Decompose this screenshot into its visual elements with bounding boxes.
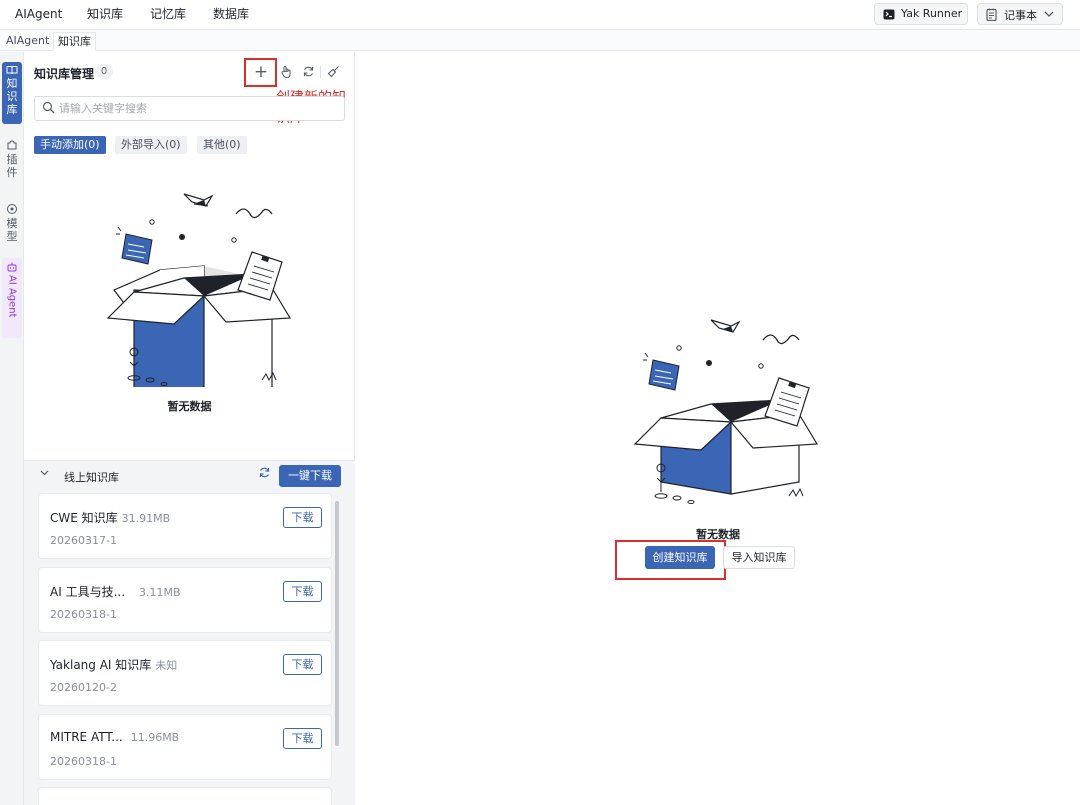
yak-runner-label: Yak Runner bbox=[901, 7, 963, 20]
list-item[interactable]: AI 工具与技... 3.11MB 20260318-1 下载 bbox=[38, 567, 332, 633]
filter-manual-add[interactable]: 手动添加(0) bbox=[34, 136, 106, 154]
download-button[interactable]: 下载 bbox=[283, 654, 322, 675]
sidebar-item-knowledge-base[interactable]: 知识库 bbox=[2, 62, 22, 124]
tab-strip: AIAgent 知识库 bbox=[0, 30, 1080, 51]
menu-database[interactable]: 数据库 bbox=[213, 0, 249, 30]
kb-item-date: 20260318-1 bbox=[50, 608, 117, 621]
download-button[interactable]: 下载 bbox=[283, 507, 322, 528]
kb-item-date: 20260318-1 bbox=[50, 755, 117, 768]
scrollbar[interactable] bbox=[335, 501, 339, 746]
model-icon bbox=[7, 204, 17, 214]
chevron-down-icon bbox=[1044, 11, 1054, 17]
search-box[interactable] bbox=[34, 96, 345, 121]
online-section-title: 线上知识库 bbox=[64, 471, 119, 484]
refresh-icon bbox=[259, 467, 269, 478]
notepad-icon bbox=[986, 8, 997, 21]
online-knowledge-base-section: 线上知识库 一键下载 CWE 知识库 31.91MB 20260317-1 下载 … bbox=[24, 460, 355, 805]
sidebar-item-label: 知识库 bbox=[6, 77, 18, 116]
top-menubar: AIAgent 知识库 记忆库 数据库 Yak Runner 记事本 bbox=[0, 0, 1080, 30]
tab-knowledge-base[interactable]: 知识库 bbox=[53, 32, 96, 51]
kb-item-name: AI 工具与技... 3.11MB bbox=[50, 585, 181, 599]
kb-item-size: 11.96MB bbox=[130, 731, 180, 744]
empty-box-illustration bbox=[106, 193, 292, 387]
kb-item-date: 20260120-2 bbox=[50, 681, 117, 694]
book-icon bbox=[6, 66, 18, 75]
tab-aiagent[interactable]: AIAgent bbox=[2, 32, 53, 51]
empty-state-label: 暂无数据 bbox=[167, 400, 212, 413]
sidebar-item-label: AI Agent bbox=[6, 275, 18, 318]
list-item[interactable]: MITRE ATT... 11.96MB 20260318-1 下载 bbox=[38, 714, 332, 780]
create-button-highlight-box bbox=[615, 540, 726, 580]
download-button[interactable]: 下载 bbox=[283, 728, 322, 749]
puzzle-icon bbox=[7, 140, 17, 150]
kb-item-size: 未知 bbox=[155, 659, 178, 672]
kb-item-size: 3.11MB bbox=[139, 586, 181, 599]
list-item[interactable]: Yaklang AI 知识库 未知 20260120-2 下载 bbox=[38, 640, 332, 706]
kb-item-name: Yaklang AI 知识库 未知 bbox=[50, 658, 178, 672]
filter-external-import[interactable]: 外部导入(0) bbox=[115, 136, 187, 154]
sidebar-item-label: 模型 bbox=[6, 217, 18, 243]
list-item[interactable]: CWE 知识库 31.91MB 20260317-1 下载 bbox=[38, 493, 332, 559]
refresh-icon bbox=[303, 66, 313, 77]
clear-button[interactable] bbox=[322, 62, 344, 82]
knowledge-base-panel: 知识库管理 0 + 创建新的知识库 手动添加(0) 外部导入(0) 其他(0) bbox=[24, 52, 355, 805]
list-item-partial bbox=[38, 787, 332, 805]
panel-title: 知识库管理 bbox=[34, 67, 95, 81]
yak-runner-button[interactable]: Yak Runner bbox=[874, 3, 968, 25]
vertical-sidebar: 知识库 插件 模型 AI Agent bbox=[0, 52, 24, 805]
sidebar-item-label: 插件 bbox=[6, 153, 18, 179]
notepad-button[interactable]: 记事本 bbox=[977, 3, 1063, 25]
download-all-button[interactable]: 一键下载 bbox=[279, 465, 341, 487]
import-knowledge-base-button[interactable]: 导入知识库 bbox=[723, 546, 795, 569]
terminal-icon bbox=[883, 9, 895, 20]
refresh-button[interactable] bbox=[297, 62, 319, 82]
notepad-label: 记事本 bbox=[1004, 9, 1037, 22]
menu-aiagent[interactable]: AIAgent bbox=[15, 0, 62, 30]
empty-box-illustration bbox=[633, 319, 819, 504]
hand-pointer-button[interactable] bbox=[275, 62, 297, 82]
menu-memory-base[interactable]: 记忆库 bbox=[150, 0, 186, 30]
sidebar-item-models[interactable]: 模型 bbox=[2, 200, 22, 248]
menu-knowledge-base[interactable]: 知识库 bbox=[87, 0, 123, 30]
filter-other[interactable]: 其他(0) bbox=[197, 136, 247, 154]
search-input[interactable] bbox=[59, 99, 339, 118]
add-button-highlight-box bbox=[244, 58, 277, 87]
kb-item-date: 20260317-1 bbox=[50, 534, 117, 547]
sidebar-item-plugins[interactable]: 插件 bbox=[2, 136, 22, 184]
toolbar-divider bbox=[320, 66, 321, 78]
chevron-down-icon[interactable] bbox=[40, 468, 49, 479]
online-refresh-button[interactable] bbox=[256, 466, 272, 482]
kb-item-size: 31.91MB bbox=[121, 512, 171, 525]
download-button[interactable]: 下载 bbox=[283, 581, 322, 602]
kb-item-name: CWE 知识库 31.91MB bbox=[50, 511, 171, 525]
sidebar-item-ai-agent[interactable]: AI Agent bbox=[2, 258, 22, 338]
kb-count-badge: 0 bbox=[95, 64, 113, 79]
hand-pointer-icon bbox=[280, 65, 290, 79]
search-icon bbox=[42, 101, 55, 114]
robot-icon bbox=[7, 262, 17, 272]
main-content: 暂无数据 创建知识库 导入知识库 bbox=[356, 52, 1080, 805]
kb-item-name: MITRE ATT... 11.96MB bbox=[50, 730, 180, 744]
broom-icon bbox=[327, 66, 339, 78]
